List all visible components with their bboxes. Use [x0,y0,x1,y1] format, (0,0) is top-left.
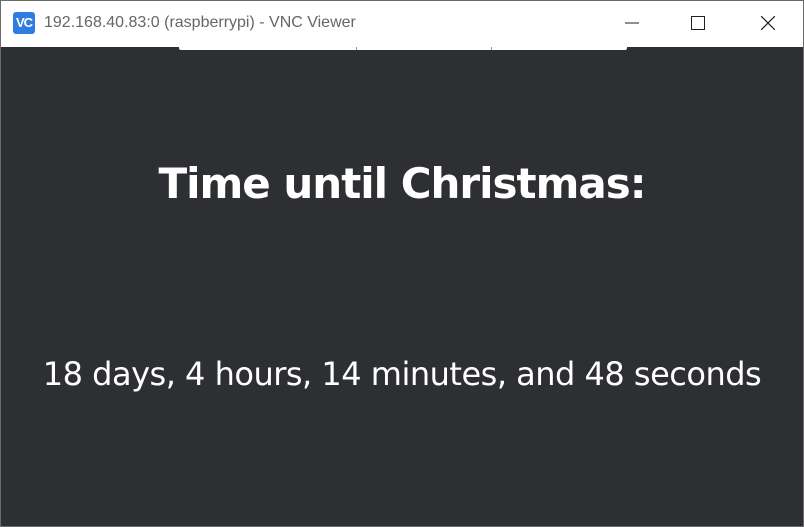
vnc-viewer-icon[interactable]: VC [13,12,35,34]
handle-divider [491,47,492,50]
minimize-button[interactable] [601,1,661,47]
title-bar[interactable]: VC 192.168.40.83:0 (raspberrypi) - VNC V… [1,1,803,47]
minimize-icon [625,22,639,24]
maximize-icon [691,16,705,30]
countdown-heading: Time until Christmas: [158,159,646,208]
vnc-toolbar-handle[interactable] [179,47,627,50]
maximize-button[interactable] [667,1,727,47]
countdown-value: 18 days, 4 hours, 14 minutes, and 48 sec… [42,355,762,393]
window-title: 192.168.40.83:0 (raspberrypi) - VNC View… [44,14,356,31]
close-icon [761,16,775,30]
close-button[interactable] [737,1,797,47]
vnc-viewer-window: VC 192.168.40.83:0 (raspberrypi) - VNC V… [0,0,804,527]
handle-divider [356,47,357,50]
